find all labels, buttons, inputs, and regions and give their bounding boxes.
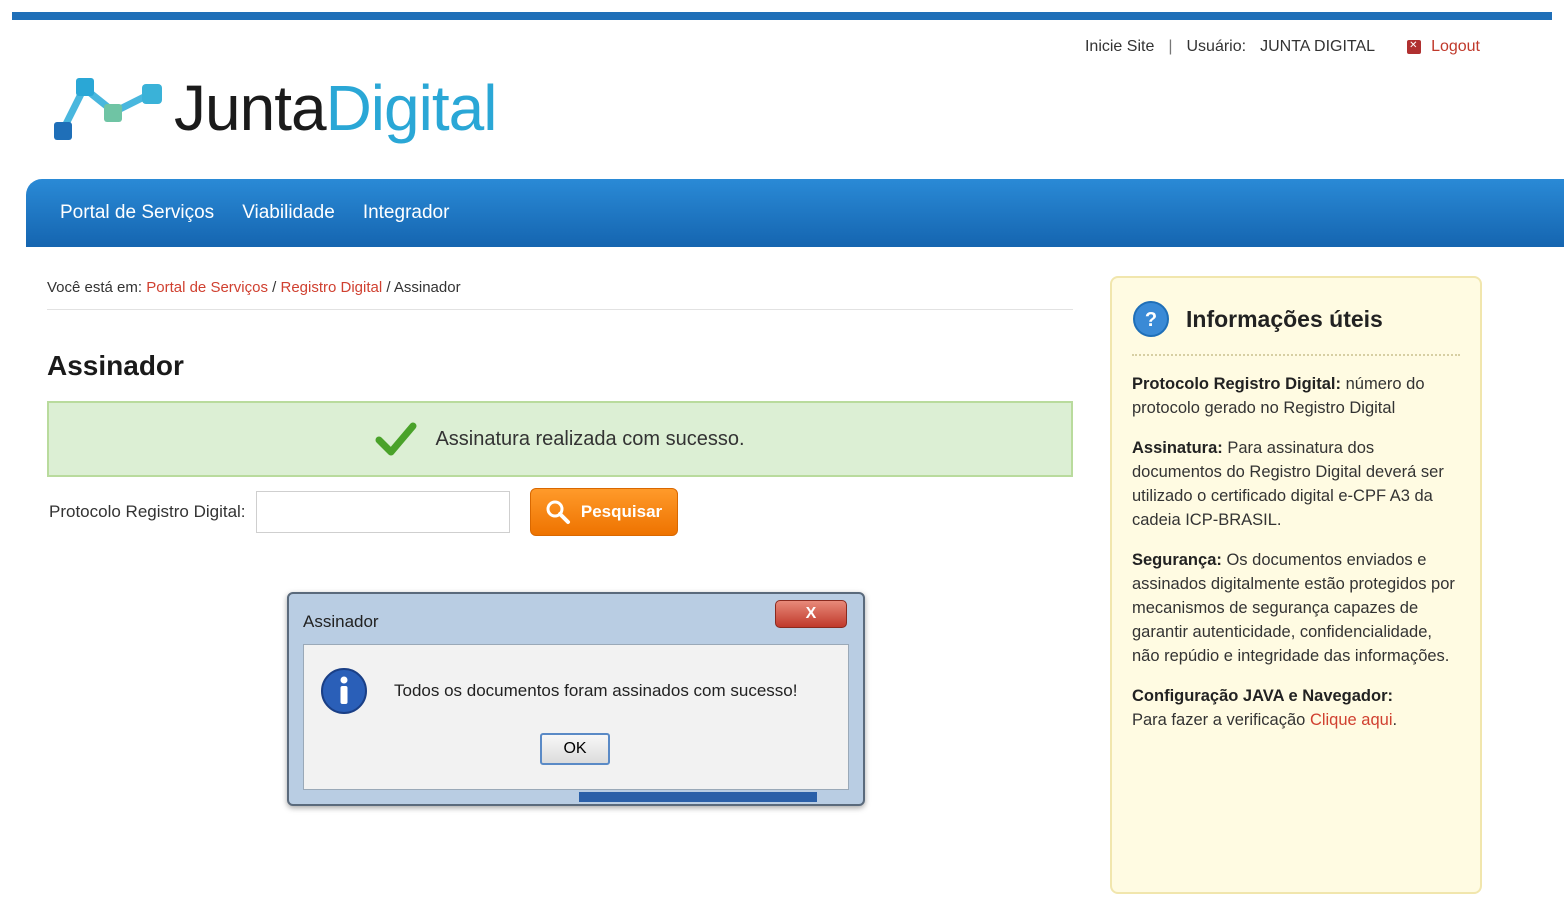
- help-icon: ?: [1133, 301, 1169, 337]
- sidebar-title: Informações úteis: [1186, 305, 1383, 332]
- assinador-dialog: Assinador X Todos os documentos foram as…: [287, 592, 865, 806]
- utility-bar: Inicie Site | Usuário: JUNTA DIGITAL Log…: [1085, 38, 1480, 56]
- logo[interactable]: JuntaDigital: [52, 72, 497, 144]
- main-nav: Portal de Serviços Viabilidade Integrado…: [26, 179, 1564, 247]
- search-button-label: Pesquisar: [580, 502, 663, 521]
- search-row: Protocolo Registro Digital: Pesquisar: [49, 488, 678, 536]
- user-name: JUNTA DIGITAL: [1260, 38, 1376, 55]
- check-icon: [375, 422, 417, 456]
- nav-item-integrador[interactable]: Integrador: [363, 202, 450, 224]
- dialog-title: Assinador: [303, 612, 379, 631]
- sidebar-item-label: Configuração JAVA e Navegador:: [1132, 687, 1393, 705]
- sidebar-item-seguranca: Segurança: Os documentos enviados e assi…: [1132, 548, 1460, 668]
- top-stripe: [12, 12, 1552, 20]
- info-sidebar: ? Informações úteis Protocolo Registro D…: [1110, 276, 1482, 894]
- close-icon: X: [805, 605, 817, 622]
- breadcrumb-registro-digital[interactable]: Registro Digital: [280, 279, 382, 296]
- config-check-link[interactable]: Clique aqui: [1310, 711, 1393, 729]
- logout-label: Logout: [1431, 38, 1480, 55]
- sidebar-item-label: Segurança:: [1132, 551, 1222, 569]
- search-icon: [546, 500, 570, 524]
- dialog-message: Todos os documentos foram assinados com …: [394, 681, 798, 700]
- protocol-input[interactable]: [255, 491, 510, 533]
- sidebar-item-assinatura: Assinatura: Para assinatura dos document…: [1132, 436, 1460, 532]
- sidebar-item-text: Para fazer a verificação: [1132, 711, 1306, 729]
- breadcrumb-portal-servicos[interactable]: Portal de Serviços: [146, 279, 268, 296]
- dialog-taskbar-remnant: [579, 792, 817, 802]
- sidebar-item-label: Assinatura:: [1132, 439, 1223, 457]
- dialog-body: Todos os documentos foram assinados com …: [303, 644, 849, 790]
- logo-mark-icon: [54, 78, 162, 140]
- sidebar-item-protocolo: Protocolo Registro Digital: número do pr…: [1132, 372, 1460, 420]
- search-button[interactable]: Pesquisar: [529, 488, 678, 536]
- sidebar-divider: [1132, 354, 1460, 356]
- info-icon: [321, 668, 367, 714]
- utility-separator: |: [1168, 38, 1173, 55]
- logo-text: JuntaDigital: [174, 76, 497, 140]
- dialog-close-button[interactable]: X: [775, 600, 847, 628]
- sidebar-item-end: .: [1392, 711, 1398, 729]
- sidebar-header: ? Informações úteis: [1132, 300, 1460, 338]
- success-alert: Assinatura realizada com sucesso.: [47, 401, 1073, 477]
- logout-link[interactable]: Logout: [1407, 38, 1480, 56]
- svg-text:?: ?: [1145, 309, 1157, 331]
- breadcrumb-separator: /: [272, 279, 277, 296]
- breadcrumb-prefix: Você está em:: [47, 279, 143, 296]
- nav-item-portal-servicos[interactable]: Portal de Serviços: [60, 202, 214, 224]
- logo-text-part1: Junta: [174, 72, 327, 144]
- dialog-ok-button[interactable]: OK: [540, 733, 610, 765]
- sidebar-item-label: Protocolo Registro Digital:: [1132, 375, 1342, 393]
- breadcrumb-divider: [47, 309, 1073, 310]
- success-message: Assinatura realizada com sucesso.: [435, 427, 745, 450]
- breadcrumb-current: / Assinador: [386, 279, 461, 296]
- logo-text-part2: Digital: [325, 72, 498, 144]
- page-title: Assinador: [47, 350, 184, 381]
- nav-item-viabilidade[interactable]: Viabilidade: [242, 202, 335, 224]
- home-link[interactable]: Inicie Site: [1085, 38, 1154, 56]
- protocol-label: Protocolo Registro Digital:: [49, 502, 246, 521]
- breadcrumb: Você está em: Portal de Serviços / Regis…: [47, 279, 461, 296]
- user-label: Usuário:: [1186, 38, 1247, 55]
- logout-icon: [1407, 40, 1422, 54]
- sidebar-item-configuracao: Configuração JAVA e Navegador: Para faze…: [1132, 684, 1460, 732]
